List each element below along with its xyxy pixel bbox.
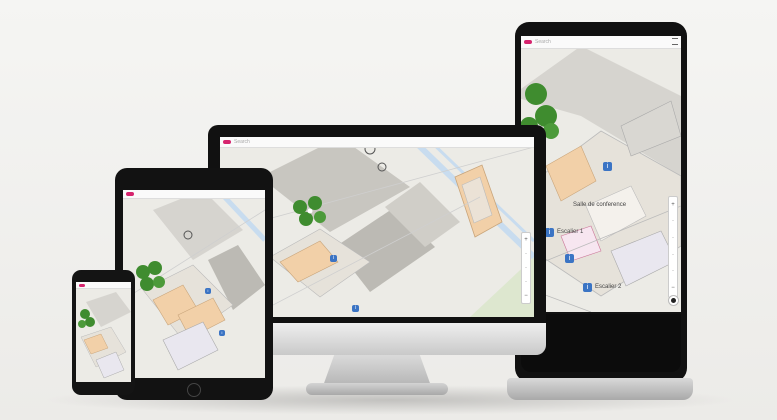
map-label-poi-a: Escalier 1: [557, 229, 584, 235]
compass-icon[interactable]: [668, 295, 679, 306]
monitor-stand: [323, 350, 431, 386]
tablet-topbar: [123, 190, 265, 199]
search-input[interactable]: Search: [234, 139, 250, 145]
brand-logo: [524, 40, 532, 44]
zoom-controls[interactable]: + · · · −: [521, 232, 531, 304]
zoom-out-button[interactable]: −: [671, 284, 675, 293]
zoom-controls[interactable]: + · · · · −: [668, 196, 678, 298]
phone-map[interactable]: [76, 282, 131, 382]
tablet-screen: i i: [123, 190, 265, 378]
tablet-device: i i: [115, 168, 273, 400]
menu-icon[interactable]: [672, 38, 678, 45]
zoom-in-button[interactable]: +: [524, 236, 528, 245]
marketing-scene: Search Salle de conference i i Escalier …: [0, 0, 777, 420]
poi-icon[interactable]: i: [583, 283, 592, 292]
zoom-out-button[interactable]: −: [524, 292, 528, 301]
map-label-poi-b: Escalier 2: [595, 284, 622, 290]
brand-logo: [126, 192, 134, 196]
poi-icon[interactable]: i: [545, 228, 554, 237]
zoom-in-button[interactable]: +: [671, 201, 675, 210]
poi-icon[interactable]: i: [219, 330, 225, 336]
search-input[interactable]: Search: [535, 39, 551, 45]
monitor-foot: [306, 383, 448, 395]
poi-icon[interactable]: i: [603, 162, 612, 171]
poi-icon[interactable]: i: [205, 288, 211, 294]
tablet-map[interactable]: [123, 190, 265, 378]
poi-icon[interactable]: i: [565, 254, 574, 263]
poi-icon[interactable]: i: [330, 255, 337, 262]
brand-logo: [79, 283, 85, 287]
map-label-salle: Salle de conference: [573, 202, 627, 208]
tablet-home-button[interactable]: [187, 383, 201, 397]
kiosk-topbar: Search: [521, 36, 681, 49]
brand-logo: [223, 140, 231, 144]
desktop-topbar: Search: [220, 137, 534, 148]
phone-topbar: [76, 282, 131, 289]
phone-screen: [76, 282, 131, 382]
poi-icon[interactable]: i: [352, 305, 359, 312]
phone-device: [72, 270, 135, 395]
